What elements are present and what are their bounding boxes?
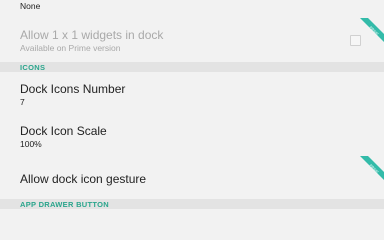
- dock-icon-scale-value: 100%: [20, 139, 42, 149]
- section-header-app-drawer-button: APP DRAWER BUTTON: [0, 199, 384, 209]
- previous-setting-value: None: [20, 1, 41, 11]
- widgets-in-dock-subtitle: Available on Prime version: [20, 43, 121, 53]
- dock-icons-number-title: Dock Icons Number: [20, 82, 126, 96]
- widgets-in-dock-title: Allow 1 x 1 widgets in dock: [20, 28, 164, 42]
- previous-setting-row[interactable]: None: [0, 0, 384, 14]
- section-header-icons: ICONS: [0, 62, 384, 72]
- dock-icons-number-row[interactable]: Dock Icons Number 7: [0, 72, 384, 114]
- dock-icons-number-value: 7: [20, 97, 25, 107]
- dock-icon-gesture-title: Allow dock icon gesture: [20, 172, 147, 186]
- section-label-app-drawer-button: APP DRAWER BUTTON: [20, 199, 109, 209]
- prime-ribbon-icon: PRIME: [360, 156, 384, 180]
- dock-icon-scale-row[interactable]: Dock Icon Scale 100%: [0, 114, 384, 154]
- section-label-icons: ICONS: [20, 62, 46, 72]
- prime-ribbon-icon: PRIME: [360, 18, 384, 42]
- dock-icon-scale-title: Dock Icon Scale: [20, 124, 107, 138]
- widgets-in-dock-row[interactable]: Allow 1 x 1 widgets in dock Available on…: [0, 14, 384, 60]
- dock-icon-gesture-row[interactable]: Allow dock icon gesture PRIME: [0, 154, 384, 198]
